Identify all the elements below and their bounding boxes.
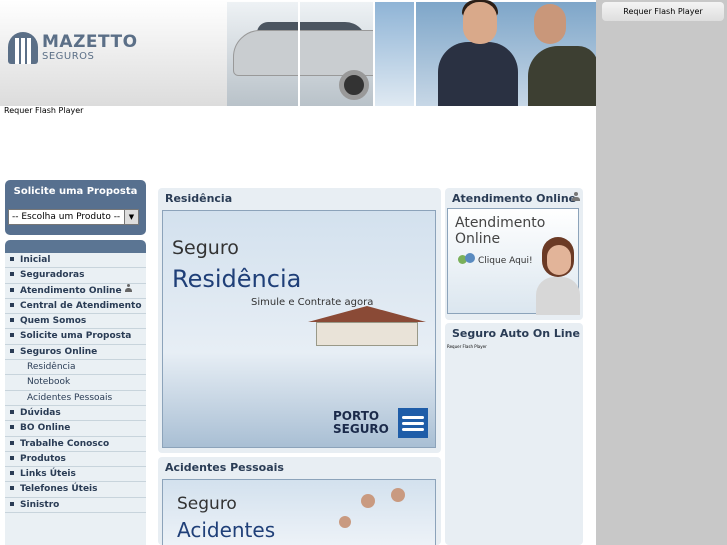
- atendimento-title: Atendimento Online: [452, 192, 577, 205]
- sidebar-item[interactable]: BO Online: [5, 421, 146, 437]
- sidebar-item-label: Solicite uma Proposta: [20, 331, 132, 342]
- bullet-icon: [10, 318, 14, 323]
- bullet-icon: [10, 471, 14, 476]
- sidebar-item[interactable]: Links Úteis: [5, 467, 146, 483]
- family-image: [331, 488, 421, 545]
- atendimento-banner-text2: Online: [455, 231, 501, 247]
- bullet-icon: [10, 409, 14, 414]
- sidebar-item-label: Seguros Online: [20, 346, 98, 357]
- logo-text: MAZETTO SEGUROS: [42, 33, 138, 63]
- atendimento-banner[interactable]: Atendimento Online Clique Aqui!: [447, 208, 580, 315]
- porto-seguro-logo: PORTO SEGURO: [333, 408, 428, 438]
- sidebar-item-label: Inicial: [20, 255, 51, 265]
- sidebar-item[interactable]: Sinistro: [5, 498, 146, 514]
- sidebar-item-label: Central de Atendimento: [20, 300, 142, 311]
- sidebar-item[interactable]: Inicial: [5, 253, 146, 269]
- product-select[interactable]: -- Escolha um Produto -- ▼: [8, 209, 139, 225]
- sidebar-item-label: Residência: [27, 362, 76, 373]
- page: MAZETTO SEGUROS Requer Flash Player Soli…: [0, 0, 596, 545]
- bullet-icon: [10, 348, 14, 353]
- solicite-title: Solicite uma Proposta: [13, 186, 138, 197]
- residencia-banner[interactable]: Seguro Residência Simule e Contrate agor…: [162, 210, 436, 448]
- flash-notice-auto: Requer Flash Player: [447, 344, 487, 349]
- sidebar-item[interactable]: Residência: [5, 360, 146, 376]
- acidentes-banner-line1: Seguro: [177, 494, 237, 514]
- bullet-icon: [10, 486, 14, 491]
- bullet-icon: [10, 425, 14, 430]
- sidebar-item-label: BO Online: [20, 423, 71, 434]
- logo[interactable]: MAZETTO SEGUROS: [8, 32, 138, 64]
- sidebar-item-label: Trabalhe Conosco: [20, 438, 110, 449]
- bullet-icon: [10, 440, 14, 445]
- sidebar-item-label: Dúvidas: [20, 407, 61, 418]
- logo-mark-icon: [8, 32, 38, 64]
- chat-icon: [458, 253, 476, 267]
- acidentes-banner-line2: Acidentes: [177, 518, 276, 542]
- bullet-icon: [10, 455, 14, 460]
- sidebar-item[interactable]: Seguradoras: [5, 268, 146, 284]
- sidebar-item[interactable]: Produtos: [5, 452, 146, 468]
- sidebar-item[interactable]: Central de Atendimento: [5, 299, 146, 315]
- product-select-value: -- Escolha um Produto --: [12, 212, 121, 222]
- sidebar-item-label: Quem Somos: [20, 316, 87, 327]
- porto-seguro-icon: [398, 408, 428, 438]
- seguro-auto-title: Seguro Auto On Line: [452, 327, 580, 340]
- person-icon: [572, 192, 580, 201]
- sidebar-item-label: Sinistro: [20, 499, 60, 510]
- atendimento-banner-line1: Atendimento Online: [455, 215, 545, 247]
- sidebar-item[interactable]: Notebook: [5, 375, 146, 391]
- header: MAZETTO SEGUROS: [0, 0, 596, 106]
- sidebar-item-label: Acidentes Pessoais: [27, 392, 113, 403]
- seguro-auto-panel: Seguro Auto On Line Requer Flash Player: [445, 323, 583, 545]
- sidebar-menu-header: [5, 240, 146, 253]
- bullet-icon: [10, 501, 14, 506]
- bullet-icon: [10, 302, 14, 307]
- sidebar-item[interactable]: Seguros Online: [5, 345, 146, 361]
- sidebar-menu: Inicial Seguradoras Atendimento Online Cent…: [5, 240, 146, 545]
- sidebar-item-label: Atendimento Online: [20, 285, 122, 296]
- flash-notice-top: Requer Flash Player: [4, 106, 84, 115]
- sidebar-item[interactable]: Telefones Úteis: [5, 482, 146, 498]
- chevron-down-icon[interactable]: ▼: [124, 210, 138, 224]
- person-icon: [124, 283, 132, 292]
- sidebar-item[interactable]: Trabalhe Conosco: [5, 437, 146, 452]
- residencia-title: Residência: [165, 192, 233, 205]
- bullet-icon: [10, 257, 14, 261]
- bullet-icon: [10, 333, 14, 338]
- sidebar-item-label: Seguradoras: [20, 270, 85, 281]
- acidentes-panel: Acidentes Pessoais Seguro Acidentes: [158, 457, 441, 545]
- bullet-icon: [10, 272, 14, 277]
- atendimento-banner-text1: Atendimento: [455, 215, 546, 231]
- porto-seguro-text: PORTO SEGURO: [333, 409, 389, 436]
- sidebar-item[interactable]: Dúvidas: [5, 406, 146, 422]
- sidebar-item-label: Telefones Úteis: [20, 484, 98, 495]
- sidebar-item-label: Notebook: [27, 377, 71, 388]
- sidebar-item-label: Links Úteis: [20, 469, 76, 480]
- solicite-proposta-box: Solicite uma Proposta -- Escolha um Prod…: [5, 180, 146, 235]
- residencia-banner-line1: Seguro: [172, 237, 239, 259]
- residencia-panel: Residência Seguro Residência Simule e Co…: [158, 188, 441, 453]
- house-image: [308, 306, 426, 350]
- bullet-icon: [10, 287, 14, 292]
- operator-image: [536, 237, 580, 315]
- acidentes-title: Acidentes Pessoais: [165, 461, 284, 474]
- logo-line1: MAZETTO: [42, 32, 138, 52]
- flash-notice-side[interactable]: Requer Flash Player: [602, 2, 724, 21]
- right-gutter: Requer Flash Player: [600, 0, 727, 545]
- city-photo: [375, 2, 415, 106]
- sidebar-item[interactable]: Acidentes Pessoais: [5, 391, 146, 406]
- handshake-photo: [416, 0, 596, 106]
- sidebar-item[interactable]: Atendimento Online: [5, 283, 146, 299]
- sidebar-item[interactable]: Solicite uma Proposta: [5, 329, 146, 345]
- clique-aqui-link[interactable]: Clique Aqui!: [478, 256, 533, 266]
- sidebar-item[interactable]: Quem Somos: [5, 314, 146, 330]
- logo-line2: SEGUROS: [42, 51, 95, 62]
- residencia-banner-line2: Residência: [172, 265, 302, 293]
- atendimento-panel: Atendimento Online Atendimento Online Cl…: [445, 188, 583, 320]
- sidebar-item-label: Produtos: [20, 453, 66, 464]
- acidentes-banner[interactable]: Seguro Acidentes: [162, 479, 436, 545]
